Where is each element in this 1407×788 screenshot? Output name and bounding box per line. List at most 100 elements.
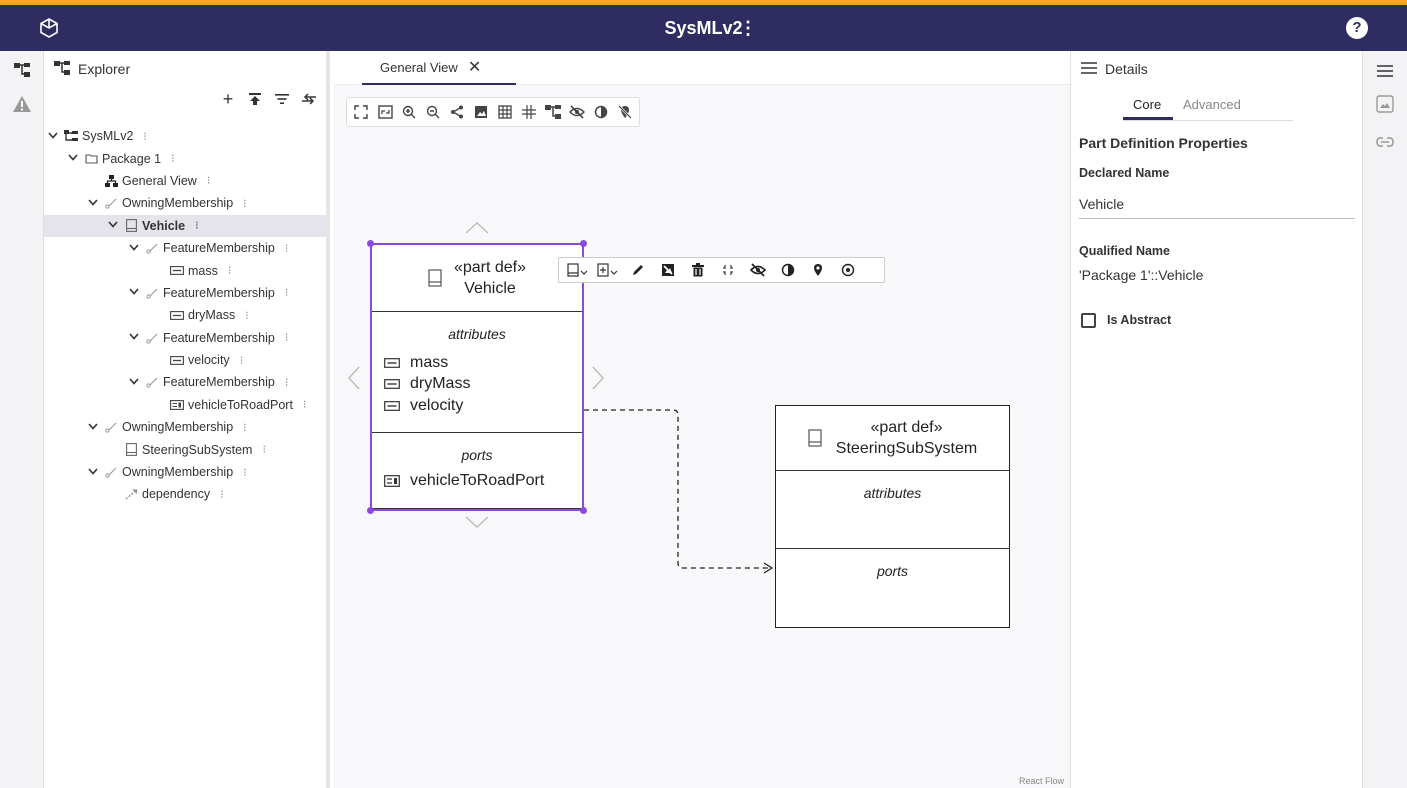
more-options-icon[interactable]: ⁝ — [207, 174, 211, 187]
sync-icon[interactable] — [301, 91, 317, 107]
tree-item[interactable]: mass ⁝ — [44, 259, 330, 281]
filter-icon[interactable] — [274, 91, 290, 107]
more-options-icon[interactable]: ⁝ — [243, 466, 247, 479]
tree-item-label: velocity — [188, 353, 230, 368]
react-flow-attribution[interactable]: React Flow — [1019, 776, 1064, 786]
pin-element-icon[interactable] — [805, 260, 831, 280]
more-options-icon[interactable]: ⁝ — [143, 130, 147, 143]
attribute-row-mass[interactable]: mass — [372, 352, 582, 374]
more-options-icon[interactable]: ⁝ — [220, 488, 224, 501]
more-options-icon[interactable]: ⁝ — [285, 376, 289, 389]
steering-node-header: «part def» SteeringSubSystem — [776, 406, 1009, 471]
more-options-icon[interactable]: ⁝ — [285, 331, 289, 344]
add-existing-menu-icon[interactable] — [595, 260, 621, 280]
more-options-icon[interactable]: ⁝ — [262, 443, 266, 456]
chevron-down-icon[interactable] — [67, 153, 79, 164]
resize-handle-bottom-right[interactable] — [580, 507, 587, 514]
tree-item-label: Vehicle — [142, 218, 186, 233]
details-toggle-icon[interactable] — [1374, 60, 1396, 82]
chevron-down-icon[interactable] — [87, 467, 99, 478]
tab-general-view[interactable]: General View ✕ — [362, 51, 516, 85]
tree-item[interactable]: SteeringSubSystem ⁝ — [44, 438, 330, 460]
help-icon[interactable]: ? — [1346, 17, 1368, 39]
tree-item[interactable]: FeatureMembership ⁝ — [44, 282, 330, 304]
validation-warning-icon[interactable] — [11, 93, 33, 115]
representations-icon[interactable] — [1374, 93, 1396, 115]
declared-name-label: Declared Name — [1079, 166, 1170, 180]
more-options-icon[interactable]: ⁝ — [195, 219, 199, 232]
more-options-icon[interactable]: ⁝ — [285, 242, 289, 255]
tree-item-label: FeatureMembership — [163, 285, 275, 300]
tree-item[interactable]: FeatureMembership ⁝ — [44, 237, 330, 259]
tab-core[interactable]: Core — [1133, 97, 1161, 112]
delete-from-model-icon[interactable] — [685, 260, 711, 280]
membership-icon — [145, 242, 159, 254]
chevron-down-icon[interactable] — [107, 220, 119, 231]
tree-item[interactable]: SysMLv2 ⁝ — [44, 125, 330, 147]
vehicle-part-def-node[interactable]: «part def» Vehicle attributes mass dryMa… — [367, 240, 587, 514]
resize-handle-bottom-left[interactable] — [367, 507, 374, 514]
close-tab-icon[interactable]: ✕ — [468, 57, 481, 77]
tree-item[interactable]: dependency ⁝ — [44, 483, 330, 505]
tree-item[interactable]: Package 1 ⁝ — [44, 147, 330, 169]
tree-item[interactable]: velocity ⁝ — [44, 349, 330, 371]
tree-item[interactable]: OwningMembership ⁝ — [44, 461, 330, 483]
vehicle-node-header: «part def» Vehicle — [372, 245, 582, 312]
chevron-down-icon[interactable] — [47, 131, 59, 142]
more-options-icon[interactable]: ⁝ — [240, 354, 244, 367]
adjust-size-icon[interactable] — [715, 260, 741, 280]
more-options-icon[interactable]: ⁝ — [243, 197, 247, 210]
fade-element-icon[interactable] — [775, 260, 801, 280]
tree-item[interactable]: FeatureMembership ⁝ — [44, 371, 330, 393]
tree-item[interactable]: dryMass ⁝ — [44, 304, 330, 326]
related-elements-link-icon[interactable] — [1374, 131, 1396, 153]
resize-handle-top-left[interactable] — [367, 240, 374, 247]
tree-item[interactable]: General View ⁝ — [44, 170, 330, 192]
part-def-icon — [124, 443, 138, 457]
reveal-element-icon[interactable] — [835, 260, 861, 280]
diagram-canvas[interactable]: «part def» Vehicle attributes mass dryMa… — [334, 85, 1070, 788]
collapse-all-icon[interactable] — [247, 91, 263, 107]
edit-pencil-icon[interactable] — [625, 260, 651, 280]
chevron-down-icon[interactable] — [128, 287, 140, 298]
dependency-icon — [124, 488, 138, 500]
steeringsubsystem-part-def-node[interactable]: «part def» SteeringSubSystem attributes … — [775, 405, 1010, 628]
new-element-menu-icon[interactable] — [565, 260, 591, 280]
diagram-area: General View ✕ «part def» Vehicle attrib… — [334, 51, 1070, 788]
tab-label: General View — [380, 59, 458, 75]
resize-handle-top-right[interactable] — [580, 240, 587, 247]
tree-item[interactable]: FeatureMembership ⁝ — [44, 327, 330, 349]
hide-element-icon[interactable] — [745, 260, 771, 280]
tree-item-label: Package 1 — [102, 151, 162, 166]
tree-item[interactable]: vehicleToRoadPort ⁝ — [44, 394, 330, 416]
attribute-icon — [170, 309, 184, 321]
chevron-down-icon[interactable] — [128, 377, 140, 388]
more-options-icon[interactable]: ⁝ — [245, 309, 249, 322]
more-options-icon[interactable]: ⁝ — [171, 152, 175, 165]
add-icon[interactable]: + — [220, 89, 236, 109]
more-options-icon[interactable]: ⁝ — [303, 398, 307, 411]
part-def-icon — [124, 219, 138, 233]
port-row-vehicletoroadport[interactable]: vehicleToRoadPort — [372, 470, 582, 492]
tree-item[interactable]: Vehicle ⁝ — [44, 214, 330, 237]
project-icon — [64, 130, 78, 142]
attribute-row-drymass[interactable]: dryMass — [372, 374, 582, 396]
tree-item[interactable]: OwningMembership ⁝ — [44, 416, 330, 438]
chevron-down-icon[interactable] — [128, 243, 140, 254]
is-abstract-checkbox[interactable] — [1081, 313, 1096, 328]
tab-advanced[interactable]: Advanced — [1183, 97, 1241, 112]
more-options-icon[interactable]: ⁝ — [285, 286, 289, 299]
app-menu-button[interactable]: ⋮ — [739, 18, 757, 39]
explorer-toggle-icon[interactable] — [11, 59, 33, 81]
declared-name-input[interactable]: Vehicle — [1079, 193, 1355, 219]
more-options-icon[interactable]: ⁝ — [243, 421, 247, 434]
chevron-down-icon[interactable] — [128, 332, 140, 343]
chevron-down-icon[interactable] — [87, 422, 99, 433]
membership-icon — [145, 287, 159, 299]
tree-item[interactable]: OwningMembership ⁝ — [44, 192, 330, 214]
delete-from-diagram-icon[interactable] — [655, 260, 681, 280]
attribute-row-velocity[interactable]: velocity — [372, 395, 582, 417]
chevron-down-icon[interactable] — [87, 198, 99, 209]
tree-item-label: OwningMembership — [122, 196, 234, 211]
more-options-icon[interactable]: ⁝ — [228, 264, 232, 277]
